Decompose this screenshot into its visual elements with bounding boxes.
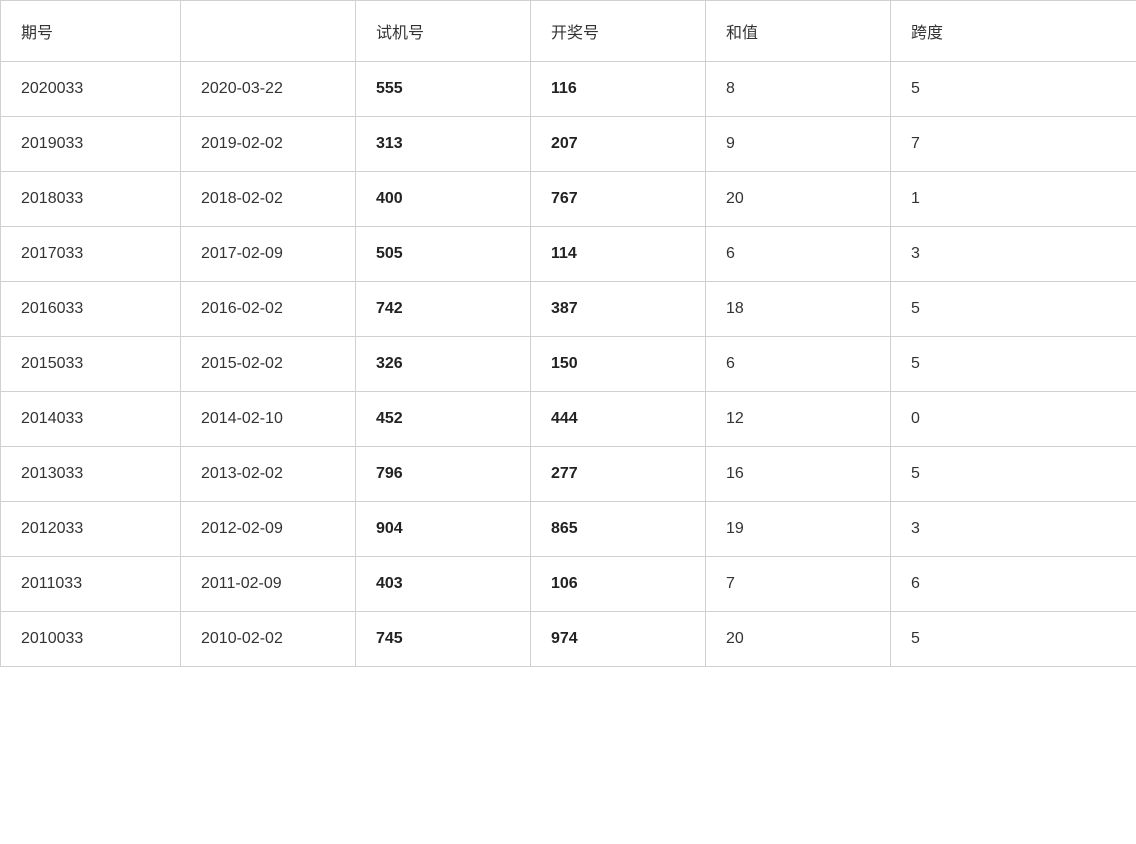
table-row: 20200332020-03-2255511685 (1, 62, 1136, 117)
cell-shiji: 400 (356, 172, 531, 227)
cell-date: 2016-02-02 (181, 282, 356, 337)
table-row: 20150332015-02-0232615065 (1, 337, 1136, 392)
cell-kuadu: 7 (891, 117, 1136, 172)
cell-kuadu: 1 (891, 172, 1136, 227)
cell-shiji: 555 (356, 62, 531, 117)
cell-kuadu: 6 (891, 557, 1136, 612)
cell-qihao: 2017033 (1, 227, 181, 282)
cell-kaijang: 974 (531, 612, 706, 667)
cell-hezhi: 6 (706, 227, 891, 282)
table-row: 20160332016-02-02742387185 (1, 282, 1136, 337)
cell-qihao: 2016033 (1, 282, 181, 337)
cell-hezhi: 7 (706, 557, 891, 612)
cell-shiji: 796 (356, 447, 531, 502)
cell-qihao: 2011033 (1, 557, 181, 612)
cell-hezhi: 19 (706, 502, 891, 557)
table-row: 20180332018-02-02400767201 (1, 172, 1136, 227)
cell-kuadu: 3 (891, 502, 1136, 557)
main-container: 期号 试机号 开奖号 和值 跨度 20200332020-03-22555116… (0, 0, 1136, 844)
cell-kuadu: 5 (891, 282, 1136, 337)
table-row: 20190332019-02-0231320797 (1, 117, 1136, 172)
table-row: 20170332017-02-0950511463 (1, 227, 1136, 282)
cell-shiji: 326 (356, 337, 531, 392)
cell-qihao: 2018033 (1, 172, 181, 227)
cell-qihao: 2010033 (1, 612, 181, 667)
cell-shiji: 745 (356, 612, 531, 667)
cell-kuadu: 5 (891, 62, 1136, 117)
cell-kaijang: 277 (531, 447, 706, 502)
cell-date: 2012-02-09 (181, 502, 356, 557)
cell-qihao: 2015033 (1, 337, 181, 392)
cell-kaijang: 207 (531, 117, 706, 172)
cell-qihao: 2013033 (1, 447, 181, 502)
cell-shiji: 452 (356, 392, 531, 447)
cell-date: 2020-03-22 (181, 62, 356, 117)
table-row: 20120332012-02-09904865193 (1, 502, 1136, 557)
cell-shiji: 505 (356, 227, 531, 282)
cell-kuadu: 5 (891, 337, 1136, 392)
cell-date: 2015-02-02 (181, 337, 356, 392)
table-row: 20130332013-02-02796277165 (1, 447, 1136, 502)
cell-date: 2013-02-02 (181, 447, 356, 502)
cell-kaijang: 865 (531, 502, 706, 557)
cell-kaijang: 387 (531, 282, 706, 337)
cell-date: 2018-02-02 (181, 172, 356, 227)
cell-hezhi: 12 (706, 392, 891, 447)
cell-date: 2010-02-02 (181, 612, 356, 667)
cell-shiji: 403 (356, 557, 531, 612)
cell-hezhi: 16 (706, 447, 891, 502)
table-row: 20140332014-02-10452444120 (1, 392, 1136, 447)
cell-date: 2014-02-10 (181, 392, 356, 447)
table-header-row: 期号 试机号 开奖号 和值 跨度 (1, 1, 1136, 62)
cell-kaijang: 116 (531, 62, 706, 117)
cell-hezhi: 20 (706, 172, 891, 227)
cell-hezhi: 9 (706, 117, 891, 172)
cell-shiji: 904 (356, 502, 531, 557)
lottery-table: 期号 试机号 开奖号 和值 跨度 20200332020-03-22555116… (0, 0, 1136, 667)
cell-kaijang: 444 (531, 392, 706, 447)
cell-date: 2017-02-09 (181, 227, 356, 282)
header-shiji: 试机号 (356, 1, 531, 62)
table-row: 20100332010-02-02745974205 (1, 612, 1136, 667)
cell-shiji: 313 (356, 117, 531, 172)
header-kuadu: 跨度 (891, 1, 1136, 62)
header-date (181, 1, 356, 62)
cell-date: 2011-02-09 (181, 557, 356, 612)
header-qihao: 期号 (1, 1, 181, 62)
cell-kuadu: 5 (891, 447, 1136, 502)
cell-kaijang: 106 (531, 557, 706, 612)
cell-kuadu: 5 (891, 612, 1136, 667)
cell-hezhi: 6 (706, 337, 891, 392)
cell-kuadu: 0 (891, 392, 1136, 447)
cell-qihao: 2020033 (1, 62, 181, 117)
cell-shiji: 742 (356, 282, 531, 337)
cell-qihao: 2012033 (1, 502, 181, 557)
cell-kaijang: 767 (531, 172, 706, 227)
cell-kuadu: 3 (891, 227, 1136, 282)
cell-date: 2019-02-02 (181, 117, 356, 172)
header-hezhi: 和值 (706, 1, 891, 62)
cell-qihao: 2019033 (1, 117, 181, 172)
cell-hezhi: 20 (706, 612, 891, 667)
cell-kaijang: 150 (531, 337, 706, 392)
cell-hezhi: 18 (706, 282, 891, 337)
header-kaijang: 开奖号 (531, 1, 706, 62)
cell-qihao: 2014033 (1, 392, 181, 447)
table-row: 20110332011-02-0940310676 (1, 557, 1136, 612)
cell-hezhi: 8 (706, 62, 891, 117)
cell-kaijang: 114 (531, 227, 706, 282)
